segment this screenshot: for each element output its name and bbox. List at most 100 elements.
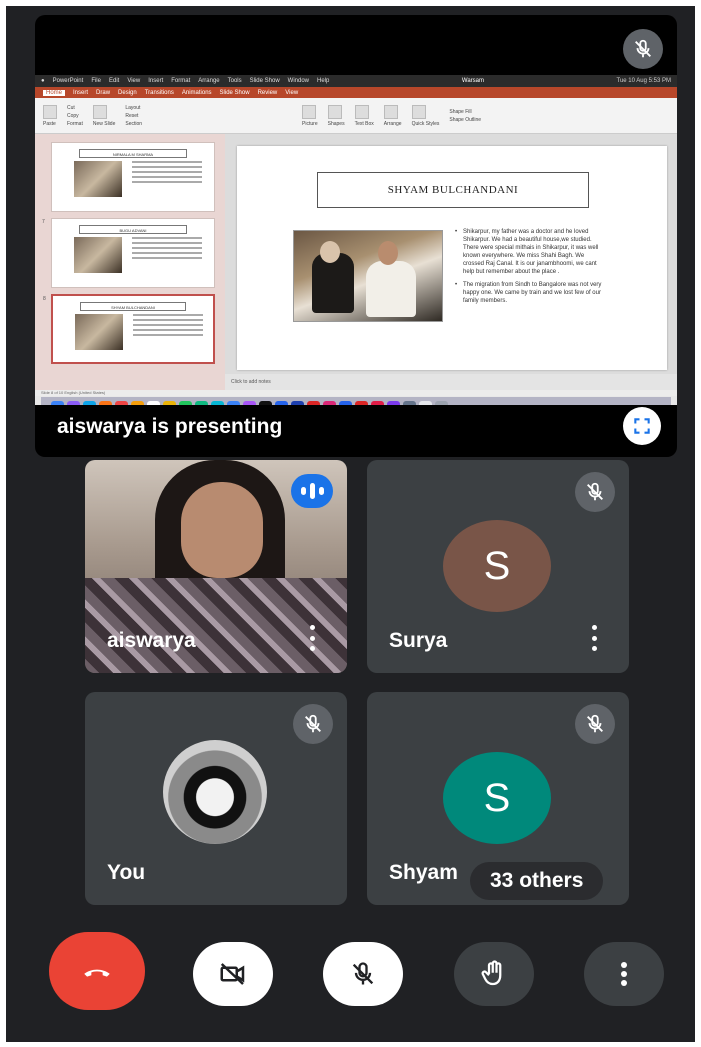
new-slide-icon [92,104,107,119]
dock-app-icon [323,400,336,405]
camera-toggle-button[interactable] [193,942,273,1006]
camera-off-icon [220,963,245,985]
menu-item: Edit [108,78,120,84]
thumbnail-text [132,161,202,186]
photo-person [378,241,398,265]
dock-app-icon [387,400,400,405]
ribbon-label: Paste [43,120,56,127]
participant-name: aiswarya [107,629,196,652]
ribbon-label: Shapes [327,120,345,127]
mic-off-icon [575,472,615,512]
dock-app-icon [243,400,256,405]
ppt-tab: Draw [96,89,111,96]
more-options-button[interactable] [584,942,664,1006]
ribbon-label: Shape Fill [449,108,472,115]
slide-thumbnail-selected: 8 SHYAM BULCHANDANI [43,294,215,364]
dock-app-icon [195,400,208,405]
ppt-status-bar: Slide 8 of 10 English (United States) [35,390,677,396]
slide-bullet: Shikarpur, my father was a doctor and he… [455,228,605,276]
meet-screen: ● PowerPoint File Edit View Insert Forma… [6,6,695,1042]
dock-app-icon [179,400,192,405]
ppt-tab: View [285,89,299,96]
mac-dock [41,397,671,405]
dock-app-icon [67,400,80,405]
slide-bullets: Shikarpur, my father was a doctor and he… [455,228,605,310]
ribbon-label: Copy [67,112,79,119]
thumbnail-title: NIRMALA M SHARMA [79,149,187,158]
raise-hand-icon [481,960,502,986]
slide-thumbnails: NIRMALA M SHARMA 7 BUGU ADVANI 8 SHYAM B… [35,134,225,390]
apple-icon: ● [41,78,45,84]
dock-app-icon [211,400,224,405]
thumbnail-photo [74,161,122,197]
shapes-icon [327,104,342,119]
ribbon-label: Quick Styles [411,120,440,127]
thumbnail-number: 7 [42,219,45,225]
mic-off-icon [293,704,333,744]
dock-app-icon [147,400,160,405]
more-options-icon[interactable] [307,625,317,651]
mic-off-icon [352,962,374,985]
dock-app-icon [307,400,320,405]
thumbnail-photo [74,237,122,273]
ribbon-label: Arrange [383,120,402,127]
others-count-pill[interactable]: 33 others [470,862,604,900]
presenting-label: aiswarya is presenting [57,415,283,438]
thumbnail-title: BUGU ADVANI [79,225,187,234]
slide-area: SHYAM BULCHANDANI Shikarpur, my father w… [225,134,677,390]
ppt-tab: Animations [181,89,212,96]
picture-icon [302,104,317,119]
dock-app-icon [99,400,112,405]
fullscreen-button[interactable] [623,407,661,445]
end-call-icon [84,969,110,977]
thumbnail-text [132,237,202,262]
arrange-icon [383,104,398,119]
presentation-tile[interactable]: ● PowerPoint File Edit View Insert Forma… [35,15,677,457]
dock-app-icon [339,400,352,405]
ppt-ribbon-tabs: Home Insert Draw Design Transitions Anim… [35,87,677,98]
more-options-icon[interactable] [589,625,599,651]
menu-item: PowerPoint [52,78,84,84]
dock-app-icon [83,400,96,405]
participant-name: Surya [389,629,448,652]
dock-app-icon [227,400,240,405]
menu-item: Window [287,78,310,84]
photo-person [320,241,340,263]
menu-item: Slide Show [249,78,280,84]
menu-item: Tools [227,78,242,84]
ppt-tab: Design [118,89,137,96]
raise-hand-button[interactable] [454,942,534,1006]
dock-app-icon [275,400,288,405]
participant-tile-aiswarya[interactable]: aiswarya [85,460,347,673]
participant-name: Shyam [389,861,458,884]
slide-photo [293,230,443,322]
mic-toggle-button[interactable] [323,942,403,1006]
ppt-body: NIRMALA M SHARMA 7 BUGU ADVANI 8 SHYAM B… [35,134,677,390]
menu-item: Arrange [198,78,220,84]
slide-thumbnail: NIRMALA M SHARMA [51,142,215,212]
dock-app-icon [291,400,304,405]
menu-item: Insert [148,78,164,84]
menubar-clock: Tue 10 Aug 5:53 PM [616,78,671,84]
slide-title: SHYAM BULCHANDANI [317,172,589,208]
participant-tile-you[interactable]: You [85,692,347,905]
mic-off-icon [575,704,615,744]
thumbnail-title: SHYAM BULCHANDANI [79,302,187,311]
dock-app-icon [403,400,416,405]
ribbon-label: Format [67,120,83,127]
dock-app-icon [115,400,128,405]
speaking-indicator-icon [291,474,333,508]
quick-styles-icon [411,104,426,119]
dock-app-icon [259,400,272,405]
end-call-button[interactable] [49,932,145,1010]
ppt-tab: Transitions [144,89,174,96]
ribbon-label: Picture [302,120,318,127]
dock-app-icon [435,400,448,405]
ribbon-label: Cut [67,104,75,111]
participant-tile-surya[interactable]: S Surya [367,460,629,673]
dock-app-icon [51,400,64,405]
slide-bullet: The migration from Sindh to Bangalore wa… [455,281,605,305]
presentation-mic-off-icon [623,29,663,69]
menu-item: File [91,78,101,84]
ppt-tab: Home [43,89,66,96]
